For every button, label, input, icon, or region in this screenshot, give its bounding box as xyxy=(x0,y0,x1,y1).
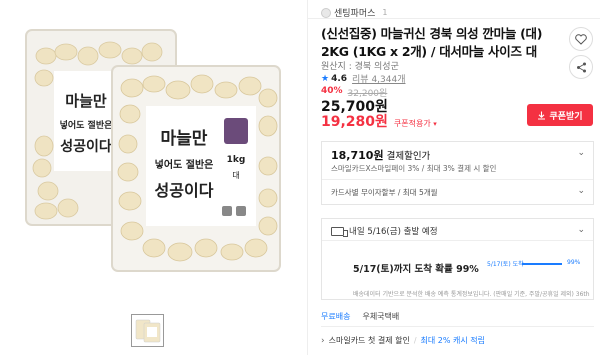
promo-text: 스마일카드 첫 결제 할인 xyxy=(328,336,410,345)
probability-bar xyxy=(522,263,562,265)
package-brand-back-2: 넣어도 절반은 xyxy=(60,119,113,131)
product-info-panel: 센팅파머스 1 (신선집중) 마늘귀신 경북 의성 깐마늘 (대) 2KG (1… xyxy=(307,0,600,355)
origin-info: 원산지 : 경북 의성군 xyxy=(321,62,399,72)
product-title: (신선집중) 마늘귀신 경북 의성 깐마늘 (대) 2KG (1KG x 2개)… xyxy=(321,26,543,59)
product-gallery: 마늘만 넣어도 절반은 성공이다 마늘만 넣어도 절반은 성공이다 1kg 대 xyxy=(0,0,307,355)
shop-count: 1 xyxy=(382,8,388,17)
info-icon: › xyxy=(321,335,325,346)
shop-logo-icon xyxy=(321,7,331,18)
divider xyxy=(321,326,594,327)
package-brand-3: 성공이다 xyxy=(155,181,214,200)
certification-mark xyxy=(236,206,246,216)
thumbnail-image xyxy=(135,319,160,342)
benefit-label: 결제할인가 xyxy=(383,151,431,162)
shipping-row: 무료배송 우체국택배 xyxy=(321,311,399,322)
coupon-applied-label[interactable]: 쿠폰적용가 ▾ xyxy=(394,118,437,129)
download-icon xyxy=(538,111,546,120)
delivery-note: 배송데이터 기반으로 분석한 배송 예측 통계정보입니다. (판매일 기준, 주… xyxy=(353,291,590,298)
package-brand-2: 넣어도 절반은 xyxy=(155,158,214,171)
arrival-probability: 5/17(토)까지 도착 확률 99% xyxy=(353,264,479,275)
coupon-button-label: 쿠폰받기 xyxy=(549,111,583,122)
coupon-applied-text: 쿠폰적용가 xyxy=(393,119,431,128)
installment-info: 카드사별 무이자할부 / 최대 5개월 xyxy=(331,188,438,197)
probability-value: 99% xyxy=(567,259,581,266)
coupon-price: 19,280원 xyxy=(321,114,388,130)
delivery-header: 내일 5/16(금) 출발 예정 xyxy=(331,225,438,237)
benefit-title: 18,710원 결제할인가 xyxy=(331,147,430,163)
rating[interactable]: ★ 4.6 리뷰 4,344개 xyxy=(321,72,406,86)
chevron-down-icon: ▾ xyxy=(433,120,437,128)
truck-icon xyxy=(331,226,348,237)
benefit-amount: 18,710원 xyxy=(331,149,384,162)
card-promo-row[interactable]: › 스마일카드 첫 결제 할인 / 최대 2% 캐시 적립 xyxy=(321,335,485,346)
promo-highlight: 최대 2% 캐시 적립 xyxy=(420,336,486,345)
payment-benefit-box[interactable]: 18,710원 결제할인가 스마일카드X스마일페이 3% / 최대 3% 결제 … xyxy=(321,141,594,205)
divider xyxy=(308,18,600,19)
delivery-date: 내일 5/16(금) 출발 예정 xyxy=(349,227,438,237)
package-size: 대 xyxy=(232,171,239,180)
heart-icon xyxy=(575,33,587,45)
garlic-logo xyxy=(224,118,248,144)
divider xyxy=(322,240,593,241)
product-image: 마늘만 넣어도 절반은 성공이다 마늘만 넣어도 절반은 성공이다 1kg 대 xyxy=(25,29,281,272)
share-button[interactable] xyxy=(569,55,593,79)
probability-chart: 5/17(토) 도착 99% xyxy=(487,259,582,273)
thumbnail-1[interactable] xyxy=(131,314,164,347)
package-brand-1: 마늘만 xyxy=(161,129,208,149)
probability-chart-label: 5/17(토) 도착 xyxy=(487,261,524,268)
divider: / xyxy=(413,336,417,345)
wishlist-button[interactable] xyxy=(569,27,593,51)
thumbnail-strip xyxy=(131,314,164,347)
divider xyxy=(322,179,593,180)
coupon-download-button[interactable]: 쿠폰받기 xyxy=(527,104,593,126)
delivery-estimate-box: 내일 5/16(금) 출발 예정 ⌄ 5/17(토)까지 도착 확률 99% 5… xyxy=(321,218,594,300)
chevron-down-icon[interactable]: ⌄ xyxy=(577,225,585,235)
chevron-down-icon[interactable]: ⌄ xyxy=(577,148,585,158)
probability-track xyxy=(522,263,562,265)
review-count-link[interactable]: 리뷰 4,344개 xyxy=(352,72,405,85)
coupon-price-row: 19,280원 쿠폰적용가 ▾ xyxy=(321,111,437,131)
package-brand-back-3: 성공이다 xyxy=(60,138,112,155)
rating-score: 4.6 xyxy=(331,73,348,84)
shipping-method: 우체국택배 xyxy=(362,312,400,321)
share-icon xyxy=(576,62,586,72)
chevron-down-icon[interactable]: ⌄ xyxy=(577,186,585,196)
star-icon: ★ xyxy=(321,73,330,84)
recycle-mark xyxy=(222,206,232,216)
benefit-detail: 스마일카드X스마일페이 3% / 최대 3% 결제 시 할인 xyxy=(331,164,497,173)
package-brand-back-1: 마늘만 xyxy=(65,92,107,110)
free-shipping: 무료배송 xyxy=(321,312,351,321)
package-weight: 1kg xyxy=(227,155,246,165)
